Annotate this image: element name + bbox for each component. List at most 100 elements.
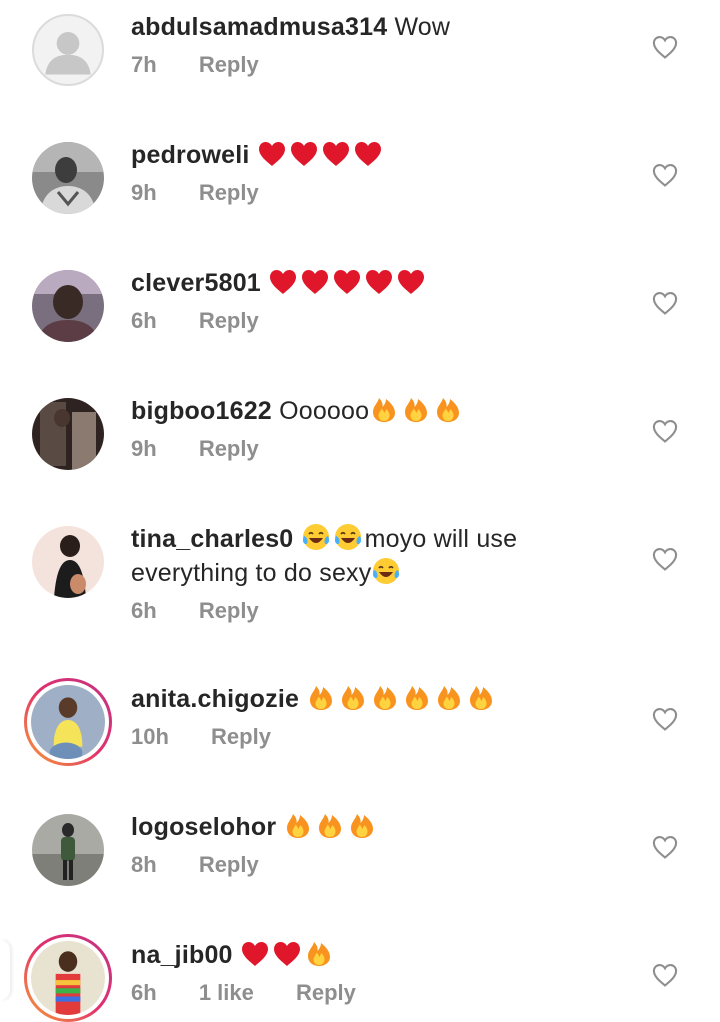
red-heart-icon <box>289 140 319 168</box>
comment-time: 7h <box>131 52 157 77</box>
comment-username[interactable]: bigboo1622 <box>131 397 272 425</box>
like-heart-icon[interactable] <box>651 961 679 989</box>
tears-of-joy-icon <box>301 522 331 552</box>
red-heart-icon <box>353 140 383 168</box>
avatar[interactable] <box>32 814 104 886</box>
comment-time: 9h <box>131 436 157 461</box>
user-photo <box>32 270 104 342</box>
red-heart-icon <box>272 940 302 968</box>
comment-meta: 9h Reply <box>131 434 631 464</box>
reply-button[interactable]: Reply <box>199 852 259 877</box>
red-heart-icon <box>257 140 287 168</box>
reply-button[interactable]: Reply <box>211 724 271 749</box>
comment-username[interactable]: logoselohor <box>131 813 276 841</box>
red-heart-icon <box>332 268 362 296</box>
reply-button[interactable]: Reply <box>199 52 259 77</box>
like-count[interactable]: 1 like <box>199 980 254 1005</box>
red-heart-icon <box>364 268 394 296</box>
comment-time: 10h <box>131 724 169 749</box>
like-heart-icon[interactable] <box>651 33 679 61</box>
user-photo <box>32 142 104 214</box>
story-ring[interactable] <box>24 934 112 1022</box>
comment-meta: 6h Reply <box>131 596 631 626</box>
reply-button[interactable]: Reply <box>199 436 259 461</box>
comment-username[interactable]: na_jib00 <box>131 941 233 969</box>
fire-icon <box>306 682 336 712</box>
like-heart-icon[interactable] <box>651 417 679 445</box>
comment-body: Oooooo <box>279 397 370 425</box>
comment-meta: 7h Reply <box>131 50 631 80</box>
like-heart-icon[interactable] <box>651 545 679 573</box>
reply-button[interactable]: Reply <box>199 308 259 333</box>
red-heart-icon <box>300 268 330 296</box>
comment-text: na_jib00 <box>131 938 631 972</box>
like-heart-icon[interactable] <box>651 161 679 189</box>
comment-time: 6h <box>131 980 157 1005</box>
tears-of-joy-icon <box>333 522 363 552</box>
reply-button[interactable]: Reply <box>199 598 259 623</box>
comment-username[interactable]: clever5801 <box>131 269 261 297</box>
avatar[interactable] <box>32 14 104 86</box>
edge-swipe-handle[interactable] <box>0 940 10 1000</box>
fire-icon <box>347 810 377 840</box>
red-heart-icon <box>396 268 426 296</box>
fire-icon <box>370 682 400 712</box>
fire-icon <box>369 394 399 424</box>
comment-meta: 10h Reply <box>131 722 631 752</box>
avatar[interactable] <box>31 685 105 759</box>
fire-icon <box>338 682 368 712</box>
avatar[interactable] <box>32 270 104 342</box>
comment-text: tina_charles0 moyo will use <box>131 522 631 556</box>
user-photo <box>32 814 104 886</box>
red-heart-icon <box>268 268 298 296</box>
comment-text: pedroweli <box>131 138 631 172</box>
avatar[interactable] <box>32 142 104 214</box>
red-heart-icon <box>321 140 351 168</box>
comment-username[interactable]: abdulsamadmusa314 <box>131 13 387 41</box>
story-ring[interactable] <box>24 678 112 766</box>
fire-icon <box>283 810 313 840</box>
comment-body-continued: everything to do sexy <box>131 559 372 587</box>
avatar[interactable] <box>31 941 105 1015</box>
like-heart-icon[interactable] <box>651 705 679 733</box>
comment-time: 8h <box>131 852 157 877</box>
comment-username[interactable]: anita.chigozie <box>131 685 299 713</box>
fire-icon <box>466 682 496 712</box>
reply-button[interactable]: Reply <box>296 980 356 1005</box>
comment-time: 6h <box>131 308 157 333</box>
default-user-icon <box>45 32 91 75</box>
fire-icon <box>401 394 431 424</box>
fire-icon <box>402 682 432 712</box>
comment-body: Wow <box>394 13 451 41</box>
comment-text-line-2: everything to do sexy <box>131 556 631 590</box>
like-heart-icon[interactable] <box>651 289 679 317</box>
user-photo <box>31 685 105 759</box>
comment-meta: 6h 1 like Reply <box>131 978 631 1008</box>
fire-icon <box>434 682 464 712</box>
comment-text: abdulsamadmusa314 Wow <box>131 10 631 44</box>
comment-text: clever5801 <box>131 266 631 300</box>
comment-time: 9h <box>131 180 157 205</box>
comment-time: 6h <box>131 598 157 623</box>
tears-of-joy-icon <box>371 556 401 586</box>
fire-icon <box>433 394 463 424</box>
red-heart-icon <box>240 940 270 968</box>
comment-meta: 6h Reply <box>131 306 631 336</box>
avatar[interactable] <box>32 398 104 470</box>
avatar[interactable] <box>32 526 104 598</box>
fire-icon <box>304 938 334 968</box>
like-heart-icon[interactable] <box>651 833 679 861</box>
comment-username[interactable]: tina_charles0 <box>131 525 293 553</box>
user-photo <box>32 526 104 598</box>
fire-icon <box>315 810 345 840</box>
comment-text: anita.chigozie <box>131 682 631 716</box>
comment-body: moyo will use <box>364 525 518 553</box>
user-photo <box>31 941 105 1015</box>
reply-button[interactable]: Reply <box>199 180 259 205</box>
comment-username[interactable]: pedroweli <box>131 141 250 169</box>
user-photo <box>32 398 104 470</box>
comment-meta: 8h Reply <box>131 850 631 880</box>
comment-text: bigboo1622 Oooooo <box>131 394 631 428</box>
comment-meta: 9h Reply <box>131 178 631 208</box>
comment-text: logoselohor <box>131 810 631 844</box>
